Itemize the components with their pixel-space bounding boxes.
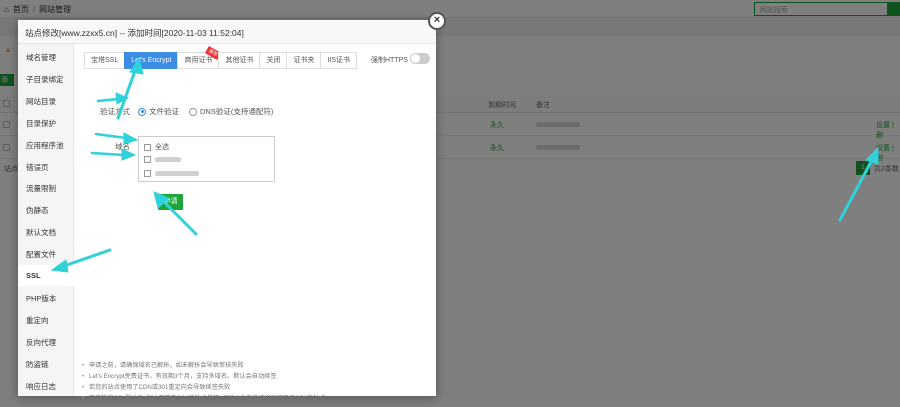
close-icon[interactable]: × bbox=[428, 12, 446, 30]
ssl-notes: 申请之前，请确保域名已解析，如未解析会导致审核失败 Let's Encrypt免… bbox=[82, 360, 432, 404]
dns-verify-radio[interactable] bbox=[189, 107, 197, 116]
note-item: 申请之前，请确保域名已解析，如未解析会导致审核失败 bbox=[82, 360, 432, 371]
domain-item[interactable] bbox=[144, 156, 181, 163]
sidebar-item[interactable]: 响应日志 bbox=[18, 375, 74, 396]
ssl-tabs: 宝塔SSL Let's Encrypt 商用证书 推荐 其他证书 关闭 证书夹 IIS证书 bbox=[84, 46, 358, 69]
ssl-tab[interactable]: Let's Encrypt bbox=[124, 52, 178, 69]
tab-label: 宝塔SSL bbox=[91, 57, 119, 64]
ssl-tab[interactable]: 宝塔SSL bbox=[84, 52, 125, 69]
domain-list: 全选 bbox=[138, 136, 275, 182]
toggle-knob bbox=[411, 54, 420, 63]
sidebar-item[interactable]: 伪静态 bbox=[18, 199, 74, 220]
select-all-row[interactable]: 全选 bbox=[144, 142, 169, 152]
domain-checkbox[interactable] bbox=[144, 170, 151, 177]
domain-name-redacted bbox=[155, 171, 199, 176]
note-item: 在未指定SSL默认站点时,未开启SSL的站点使用HTTPS会直接访问到已开启SS… bbox=[82, 393, 432, 404]
ssl-tab[interactable]: 证书夹 bbox=[286, 52, 321, 69]
sidebar-item[interactable]: 域名管理 bbox=[18, 46, 74, 67]
sidebar-item[interactable]: SSL bbox=[18, 265, 75, 286]
tab-label: IIS证书 bbox=[327, 57, 351, 64]
verify-method-row: 验证方式 文件验证 DNS验证(支持通配符) bbox=[100, 106, 273, 117]
domain-label: 域名 bbox=[115, 142, 130, 151]
tab-label: 关闭 bbox=[266, 57, 281, 64]
select-all-label[interactable]: 全选 bbox=[155, 142, 169, 152]
sidebar-item[interactable]: 错误页 bbox=[18, 156, 74, 177]
tab-label: 其他证书 bbox=[225, 57, 254, 64]
note-item: 若您的站点使用了CDN或301重定向会导致续签失败 bbox=[82, 382, 432, 393]
force-https-label: 强制HTTPS bbox=[371, 57, 408, 64]
note-item: Let's Encrypt免费证书，有效期3个月，支持多域名。默认会自动续签 bbox=[82, 371, 432, 382]
modal-title: 站点修改[www.zzxx5.cn] -- 添加时间[2020-11-03 11… bbox=[18, 20, 436, 44]
sidebar-item[interactable]: 默认文档 bbox=[18, 221, 74, 242]
domain-name-redacted bbox=[155, 157, 181, 162]
domain-item[interactable] bbox=[144, 170, 199, 177]
sidebar-item[interactable]: 反向代理 bbox=[18, 331, 74, 352]
force-https-toggle[interactable] bbox=[410, 53, 430, 64]
sidebar-item[interactable]: 防盗链 bbox=[18, 353, 74, 374]
sidebar-item[interactable]: 重定向 bbox=[18, 309, 74, 330]
dns-verify-label[interactable]: DNS验证(支持通配符) bbox=[200, 106, 273, 117]
ssl-tab[interactable]: IIS证书 bbox=[320, 52, 358, 69]
ssl-tab[interactable]: 关闭 bbox=[259, 52, 287, 69]
sidebar-item[interactable]: PHP版本 bbox=[18, 287, 74, 308]
modal-sidebar: 域名管理 子目录绑定 网站目录 目录保护 应用程序池 错误页 流量限制 伪静态 默认文档 配置文件… bbox=[18, 44, 75, 396]
site-edit-modal: 站点修改[www.zzxx5.cn] -- 添加时间[2020-11-03 11… bbox=[18, 20, 436, 404]
file-verify-label[interactable]: 文件验证 bbox=[149, 106, 179, 117]
tab-label: 商用证书 bbox=[184, 57, 213, 64]
verify-method-label: 验证方式 bbox=[100, 107, 130, 116]
apply-button[interactable]: 申请 bbox=[158, 194, 183, 210]
ssl-content: 宝塔SSL Let's Encrypt 商用证书 推荐 其他证书 关闭 证书夹 IIS证书 强… bbox=[74, 44, 436, 404]
sidebar-item[interactable]: 流量限制 bbox=[18, 177, 74, 198]
sidebar-item[interactable]: 配置文件 bbox=[18, 243, 74, 264]
tab-label: 证书夹 bbox=[293, 57, 315, 64]
ssl-tab[interactable]: 商用证书 推荐 bbox=[177, 46, 222, 69]
sidebar-item[interactable]: 子目录绑定 bbox=[18, 68, 74, 89]
tab-label: Let's Encrypt bbox=[131, 57, 172, 64]
domain-checkbox[interactable] bbox=[144, 156, 151, 163]
sidebar-item[interactable]: 网站目录 bbox=[18, 90, 74, 111]
ssl-tab[interactable]: 其他证书 bbox=[218, 52, 260, 69]
file-verify-radio[interactable] bbox=[138, 107, 146, 116]
select-all-checkbox[interactable] bbox=[144, 143, 151, 151]
sidebar-item[interactable]: 目录保护 bbox=[18, 112, 74, 133]
sidebar-item[interactable]: 应用程序池 bbox=[18, 134, 74, 155]
